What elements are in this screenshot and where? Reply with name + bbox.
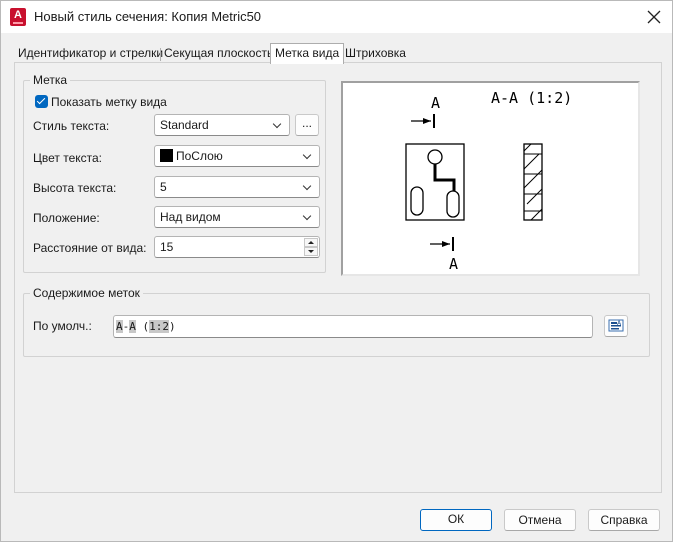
field-token: A — [116, 320, 123, 333]
chevron-down-icon — [302, 177, 314, 197]
help-button[interactable]: Справка — [588, 509, 660, 531]
text-color-label: Цвет текста: — [33, 151, 103, 165]
position-label: Положение: — [33, 211, 100, 225]
text-height-label: Высота текста: — [33, 181, 117, 195]
bottom-arrow-icon — [430, 237, 454, 251]
offset-spinner — [304, 238, 318, 256]
close-button[interactable] — [642, 5, 666, 29]
tab-identifier-arrows[interactable]: Идентификатор и стрелки — [14, 46, 167, 63]
section-view-shape — [405, 143, 465, 221]
spin-down-icon[interactable] — [304, 247, 318, 256]
text-height-combo[interactable]: 5 — [154, 176, 320, 198]
chevron-down-icon — [302, 207, 314, 227]
text-style-browse-button[interactable]: ... — [295, 114, 319, 136]
tab-cutting-plane[interactable]: Секущая плоскость — [160, 46, 277, 63]
top-arrow-icon — [411, 114, 435, 128]
offset-value: 15 — [160, 240, 174, 254]
preview-top-letter: A — [431, 94, 440, 112]
default-label: По умолч.: — [33, 319, 92, 333]
show-label-checkbox-label[interactable]: Показать метку вида — [51, 95, 167, 109]
ok-button[interactable]: ОК — [420, 509, 492, 531]
field-editor-button[interactable]: A — [604, 315, 628, 337]
preview-drawing: A-A (1:2) A A — [405, 89, 572, 273]
color-swatch — [160, 149, 173, 162]
dialog-window: A Новый стиль сечения: Копия Metric50 Ид… — [0, 0, 673, 542]
cancel-button[interactable]: Отмена — [504, 509, 576, 531]
field-token: A — [129, 320, 136, 333]
text-height-value: 5 — [160, 180, 167, 194]
offset-input[interactable]: 15 — [154, 236, 320, 258]
label-content-group-title: Содержимое меток — [30, 286, 143, 300]
text-style-label: Стиль текста: — [33, 119, 110, 133]
position-value: Над видом — [160, 210, 221, 224]
hatched-side-view — [523, 143, 543, 221]
preview-bottom-letter: A — [449, 255, 458, 273]
literal-text: ( — [135, 320, 150, 333]
preview-pane: A-A (1:2) A A — [341, 81, 640, 276]
chevron-down-icon — [302, 146, 314, 166]
tab-strip: Идентификатор и стрелки Секущая плоскост… — [14, 43, 662, 64]
title-bar: A Новый стиль сечения: Копия Metric50 — [1, 1, 672, 33]
tab-view-label[interactable]: Метка вида — [270, 43, 345, 64]
position-combo[interactable]: Над видом — [154, 206, 320, 228]
close-icon — [647, 10, 661, 24]
autocad-app-icon: A — [10, 8, 26, 26]
offset-label: Расстояние от вида: — [33, 241, 147, 255]
text-color-combo[interactable]: ПоСлою — [154, 145, 320, 167]
chevron-down-icon — [272, 115, 284, 135]
spin-up-icon[interactable] — [304, 238, 318, 247]
text-style-value: Standard — [160, 118, 209, 132]
label-content-input[interactable]: A-A (1:2) — [113, 315, 593, 338]
literal-text: ) — [169, 320, 176, 333]
show-label-checkbox[interactable] — [35, 95, 48, 108]
text-color-value: ПоСлою — [176, 149, 223, 163]
field-editor-icon: A — [608, 319, 624, 332]
tab-hatch[interactable]: Штриховка — [341, 46, 410, 63]
window-title: Новый стиль сечения: Копия Metric50 — [34, 9, 262, 24]
preview-title-text: A-A (1:2) — [491, 89, 572, 107]
label-group-title: Метка — [30, 73, 71, 87]
label-content-value: A-A (1:2) — [116, 320, 176, 333]
text-style-combo[interactable]: Standard — [154, 114, 290, 136]
field-token: 1:2 — [149, 320, 169, 333]
